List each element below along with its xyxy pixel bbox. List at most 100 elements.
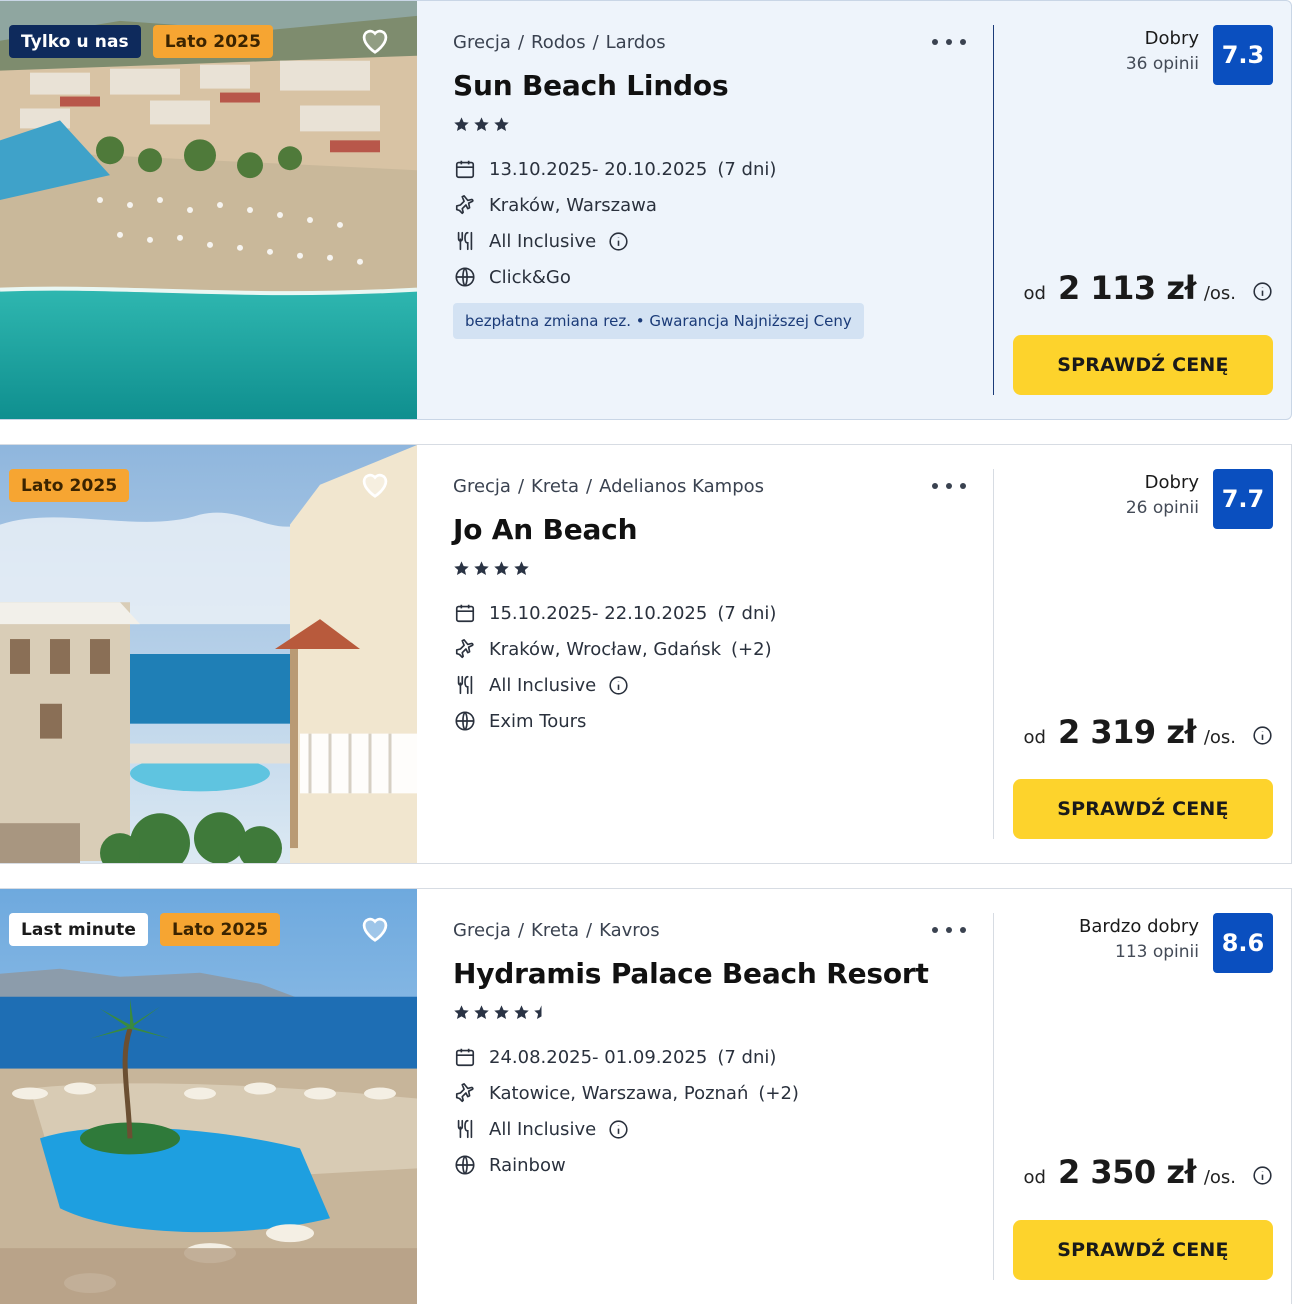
cutlery-icon bbox=[453, 229, 477, 253]
fact-dates: 24.08.2025- 01.09.2025 (7 dni) bbox=[453, 1039, 993, 1075]
star-icon bbox=[474, 560, 489, 575]
rating-label: Dobry bbox=[1144, 28, 1199, 49]
duration-value: (7 dni) bbox=[717, 1046, 777, 1068]
breadcrumb-city[interactable]: Adelianos Kampos bbox=[599, 476, 764, 497]
fact-operator: Click&Go bbox=[453, 259, 993, 295]
fact-departure: Kraków, Wrocław, Gdańsk (+2) bbox=[453, 631, 993, 667]
beach-photo bbox=[0, 1, 417, 419]
reviews-count[interactable]: 36 opinii bbox=[1126, 54, 1199, 80]
check-price-button[interactable]: SPRAWDŹ CENĘ bbox=[1013, 779, 1273, 839]
hotel-photo[interactable]: Lato 2025 bbox=[0, 445, 417, 863]
operator-value: Exim Tours bbox=[489, 710, 587, 732]
breadcrumb-region[interactable]: Rodos bbox=[531, 32, 586, 53]
star-rating bbox=[453, 559, 993, 577]
hotel-photo[interactable]: Last minute Lato 2025 bbox=[0, 889, 417, 1304]
badge-last-minute: Last minute bbox=[9, 913, 148, 946]
fact-board: All Inclusive bbox=[453, 1111, 993, 1147]
globe-icon bbox=[453, 709, 477, 733]
board-value: All Inclusive bbox=[489, 230, 597, 252]
star-rating bbox=[453, 115, 993, 133]
reviews-count[interactable]: 26 opinii bbox=[1126, 498, 1199, 524]
price: od 2 350 zł /os. bbox=[1024, 1153, 1273, 1191]
more-dots-icon[interactable] bbox=[932, 31, 966, 53]
fact-dates: 13.10.2025- 20.10.2025 (7 dni) bbox=[453, 151, 993, 187]
offer-list: Tylko u nas Lato 2025 Grecja / Rodos / Lar… bbox=[0, 0, 1292, 1304]
board-value: All Inclusive bbox=[489, 1118, 597, 1140]
reviews-count[interactable]: 113 opinii bbox=[1079, 942, 1199, 968]
offer-card[interactable]: Last minute Lato 2025 Grecja / Kreta / Kav… bbox=[0, 888, 1292, 1304]
plane-icon bbox=[453, 637, 477, 661]
info-icon[interactable] bbox=[1252, 725, 1273, 746]
rating-text: Dobry 26 opinii bbox=[1126, 469, 1199, 524]
star-icon bbox=[454, 560, 469, 575]
rating-label: Dobry bbox=[1144, 472, 1199, 493]
hotel-name[interactable]: Sun Beach Lindos bbox=[453, 69, 993, 105]
breadcrumb: Grecja / Kreta / Adelianos Kampos bbox=[453, 475, 765, 497]
fact-operator: Rainbow bbox=[453, 1147, 993, 1183]
check-price-button[interactable]: SPRAWDŹ CENĘ bbox=[1013, 335, 1273, 395]
operator-value: Rainbow bbox=[489, 1154, 566, 1176]
breadcrumb: Grecja / Rodos / Lardos bbox=[453, 31, 666, 53]
offer-info: Grecja / Kreta / Adelianos Kampos Jo An Be… bbox=[417, 445, 993, 863]
offer-info: Grecja / Kreta / Kavros Hydramis Palace Be… bbox=[417, 889, 993, 1304]
calendar-icon bbox=[453, 157, 477, 181]
price: od 2 113 zł /os. bbox=[1024, 269, 1273, 307]
departure-value: Katowice, Warszawa, Poznań bbox=[489, 1082, 749, 1104]
star-rating bbox=[453, 1003, 993, 1021]
score-badge: 8.6 bbox=[1213, 913, 1273, 973]
badge-group: Lato 2025 bbox=[9, 469, 130, 502]
heart-icon[interactable] bbox=[357, 467, 393, 501]
departure-more[interactable]: (+2) bbox=[758, 1083, 799, 1104]
rating-text: Dobry 36 opinii bbox=[1126, 25, 1199, 80]
info-icon[interactable] bbox=[1252, 281, 1273, 302]
rating-text: Bardzo dobry 113 opinii bbox=[1079, 913, 1199, 968]
badge-season: Lato 2025 bbox=[9, 469, 130, 502]
price-amount: 2 113 zł bbox=[1057, 269, 1196, 307]
more-dots-icon[interactable] bbox=[932, 919, 966, 941]
star-icon bbox=[454, 1004, 469, 1019]
price-panel: Dobry 36 opinii 7.3 od 2 113 zł /os. SPR… bbox=[993, 25, 1291, 395]
check-price-button[interactable]: SPRAWDŹ CENĘ bbox=[1013, 1220, 1273, 1280]
hotel-name[interactable]: Jo An Beach bbox=[453, 513, 993, 549]
more-dots-icon[interactable] bbox=[932, 475, 966, 497]
breadcrumb-region[interactable]: Kreta bbox=[531, 920, 579, 941]
price-per-person: /os. bbox=[1203, 727, 1236, 748]
plane-icon bbox=[453, 1081, 477, 1105]
heart-icon[interactable] bbox=[357, 911, 393, 945]
board-value: All Inclusive bbox=[489, 674, 597, 696]
offer-card[interactable]: Lato 2025 Grecja / Kreta / Adelianos Kampo… bbox=[0, 444, 1292, 864]
fact-board: All Inclusive bbox=[453, 223, 993, 259]
dates-value: 13.10.2025- 20.10.2025 bbox=[489, 158, 708, 180]
info-icon[interactable] bbox=[608, 675, 629, 696]
badge-group: Tylko u nas Lato 2025 bbox=[9, 25, 273, 58]
price-from-label: od bbox=[1023, 727, 1046, 748]
breadcrumb-country[interactable]: Grecja bbox=[453, 476, 511, 497]
breadcrumb-country[interactable]: Grecja bbox=[453, 920, 511, 941]
badge-exclusive: Tylko u nas bbox=[9, 25, 141, 58]
price-panel: Dobry 26 opinii 7.7 od 2 319 zł /os. SPR… bbox=[993, 469, 1291, 839]
breadcrumb-country[interactable]: Grecja bbox=[453, 32, 511, 53]
price-per-person: /os. bbox=[1203, 283, 1236, 304]
price-panel: Bardzo dobry 113 opinii 8.6 od 2 350 zł … bbox=[993, 913, 1291, 1280]
hotel-name[interactable]: Hydramis Palace Beach Resort bbox=[453, 957, 993, 993]
half-star-icon bbox=[534, 1004, 542, 1019]
price-per-person: /os. bbox=[1203, 1167, 1236, 1188]
breadcrumb-region[interactable]: Kreta bbox=[531, 476, 579, 497]
heart-icon[interactable] bbox=[357, 23, 393, 57]
score-badge: 7.7 bbox=[1213, 469, 1273, 529]
hotel-terrace-photo bbox=[0, 445, 417, 863]
departure-more[interactable]: (+2) bbox=[731, 639, 772, 660]
rating: Dobry 36 opinii 7.3 bbox=[1126, 25, 1273, 85]
info-icon[interactable] bbox=[608, 231, 629, 252]
offer-facts: 24.08.2025- 01.09.2025 (7 dni) Katowice,… bbox=[453, 1039, 993, 1183]
breadcrumb-city[interactable]: Kavros bbox=[599, 920, 660, 941]
breadcrumb-city[interactable]: Lardos bbox=[606, 32, 666, 53]
fact-board: All Inclusive bbox=[453, 667, 993, 703]
info-icon[interactable] bbox=[1252, 1165, 1273, 1186]
price: od 2 319 zł /os. bbox=[1024, 713, 1273, 751]
offer-card[interactable]: Tylko u nas Lato 2025 Grecja / Rodos / Lar… bbox=[0, 0, 1292, 420]
rating: Dobry 26 opinii 7.7 bbox=[1126, 469, 1273, 529]
hotel-photo[interactable]: Tylko u nas Lato 2025 bbox=[0, 1, 417, 419]
price-amount: 2 350 zł bbox=[1057, 1153, 1196, 1191]
info-icon[interactable] bbox=[608, 1119, 629, 1140]
